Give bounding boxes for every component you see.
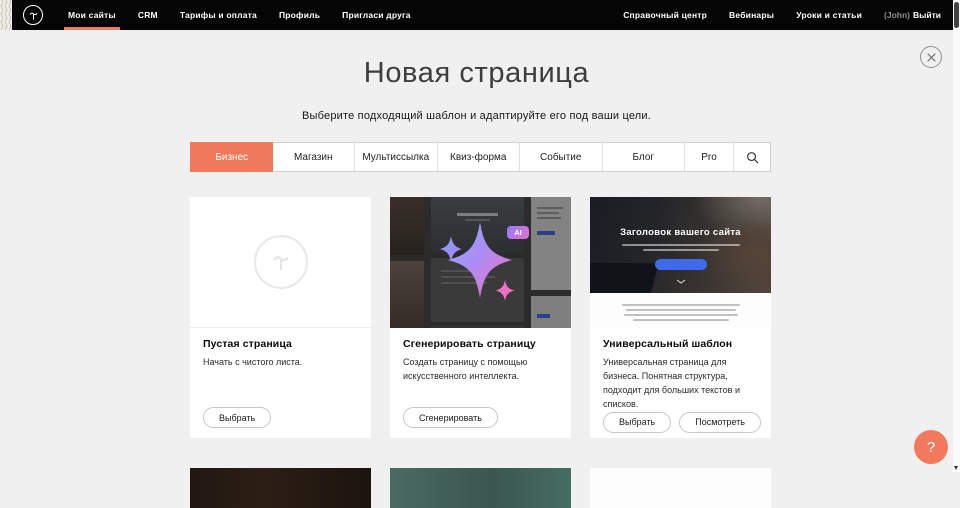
ai-generate-preview: AI	[390, 197, 571, 328]
help-button-label: ?	[927, 439, 935, 456]
help-button[interactable]: ?	[914, 430, 948, 464]
nav-webinars[interactable]: Вебинары	[718, 0, 785, 30]
page-title: Новая страница	[0, 57, 953, 90]
card-title: Пустая страница	[203, 338, 358, 350]
choose-blank-button[interactable]: Выбрать	[203, 407, 271, 428]
preview-text-line	[622, 304, 740, 306]
card-body: Универсальный шаблон Универсальная стран…	[590, 328, 771, 443]
tab-multilink[interactable]: Мультиссылка	[355, 143, 438, 171]
nav-webinars-label: Вебинары	[729, 10, 774, 20]
tab-business-label: Бизнес	[215, 152, 248, 163]
logout-link[interactable]: Выйти	[913, 10, 943, 20]
nav-tariffs[interactable]: Тарифы и оплата	[169, 0, 268, 30]
generate-button[interactable]: Сгенерировать	[403, 407, 498, 428]
preview-caption-line	[622, 244, 740, 246]
nav-crm[interactable]: CRM	[127, 0, 169, 30]
preview-text-line	[626, 309, 736, 311]
preview-hero-content: Заголовок вашего сайта	[590, 197, 771, 293]
nav-my-sites-label: Мои сайты	[68, 10, 116, 20]
tab-event[interactable]: Событие	[520, 143, 603, 171]
card-description: Начать с чистого листа.	[203, 356, 363, 370]
card-description: Создать страницу с помощью искусственног…	[403, 356, 563, 384]
scrollbar-thumb[interactable]	[954, 2, 959, 28]
choose-universal-button[interactable]: Выбрать	[603, 412, 671, 433]
tilda-logo-icon	[27, 9, 40, 22]
tab-business[interactable]: Бизнес	[190, 142, 273, 172]
tab-quiz-form-label: Квиз-форма	[450, 152, 506, 163]
top-nav-right: Справочный центр Вебинары Уроки и статьи…	[612, 0, 953, 30]
card-body: Сгенерировать страницу Создать страницу …	[390, 328, 571, 438]
nav-profile-label: Профиль	[279, 10, 320, 20]
page-texture	[0, 0, 12, 30]
nav-invite-friend[interactable]: Пригласи друга	[331, 0, 422, 30]
card-description: Универсальная страница для бизнеса. Поня…	[603, 356, 763, 412]
nav-profile[interactable]: Профиль	[268, 0, 331, 30]
card-body: Пустая страница Начать с чистого листа. …	[190, 328, 371, 438]
nav-lessons-label: Уроки и статьи	[796, 10, 862, 20]
user-name: (John)	[873, 10, 913, 20]
template-card-partial[interactable]	[590, 468, 771, 508]
preview-hero: Заголовок вашего сайта	[590, 197, 771, 293]
preview-heading: Заголовок вашего сайта	[620, 227, 741, 238]
preview-text-line	[633, 319, 729, 321]
preview-text-section	[590, 293, 771, 328]
ai-badge: AI	[507, 226, 529, 239]
card-buttons: Выбрать Посмотреть	[603, 412, 758, 433]
nav-crm-label: CRM	[138, 10, 158, 20]
close-button[interactable]	[920, 46, 942, 68]
preview-caption-line	[643, 249, 719, 251]
nav-help-center-label: Справочный центр	[623, 10, 707, 20]
tab-quiz-form[interactable]: Квиз-форма	[438, 143, 521, 171]
tab-event-label: Событие	[540, 152, 581, 163]
tab-shop[interactable]: Магазин	[273, 143, 356, 171]
chevron-down-icon	[676, 271, 686, 289]
tilda-logo[interactable]	[23, 5, 43, 25]
preview-text-line	[624, 314, 738, 316]
tab-shop-label: Магазин	[294, 152, 333, 163]
view-universal-button[interactable]: Посмотреть	[679, 412, 761, 433]
close-icon	[927, 53, 936, 62]
card-buttons: Выбрать	[203, 407, 358, 428]
search-icon	[746, 151, 759, 164]
tab-pro[interactable]: Pro	[685, 143, 734, 171]
tab-pro-label: Pro	[701, 152, 717, 163]
nav-lessons[interactable]: Уроки и статьи	[785, 0, 873, 30]
template-card-partial[interactable]	[390, 468, 571, 508]
nav-tariffs-label: Тарифы и оплата	[180, 10, 257, 20]
preview-cta-button	[655, 259, 707, 270]
tab-blog[interactable]: Блог	[603, 143, 686, 171]
card-title: Универсальный шаблон	[603, 338, 758, 350]
card-title: Сгенерировать страницу	[403, 338, 558, 350]
universal-template-preview: Заголовок вашего сайта	[590, 197, 771, 328]
tab-search-button[interactable]	[734, 143, 770, 171]
tilda-watermark-icon	[268, 249, 294, 275]
tab-blog-label: Блог	[632, 152, 654, 163]
template-card-universal: Заголовок вашего сайта Универсальный шаб…	[590, 197, 771, 438]
page-scrollbar[interactable]	[953, 0, 960, 472]
tab-multilink-label: Мультиссылка	[362, 152, 429, 163]
template-card-ai-generate: AI Сгенерировать страницу Создать страни…	[390, 197, 571, 438]
card-buttons: Сгенерировать	[403, 407, 558, 428]
template-card-blank: Пустая страница Начать с чистого листа. …	[190, 197, 371, 438]
nav-invite-friend-label: Пригласи друга	[342, 10, 411, 20]
page-subtitle: Выберите подходящий шаблон и адаптируйте…	[0, 110, 953, 122]
template-card-partial[interactable]	[190, 468, 371, 508]
nav-help-center[interactable]: Справочный центр	[612, 0, 718, 30]
top-nav-left: Мои сайты CRM Тарифы и оплата Профиль Пр…	[12, 0, 422, 30]
template-category-tabs: Бизнес Магазин Мультиссылка Квиз-форма С…	[190, 142, 771, 172]
top-navigation-bar: Мои сайты CRM Тарифы и оплата Профиль Пр…	[12, 0, 953, 30]
blank-page-preview	[190, 197, 371, 328]
tilda-watermark	[254, 235, 308, 289]
nav-my-sites[interactable]: Мои сайты	[57, 0, 127, 30]
scrollbar-down-arrow-icon[interactable]	[954, 466, 958, 470]
